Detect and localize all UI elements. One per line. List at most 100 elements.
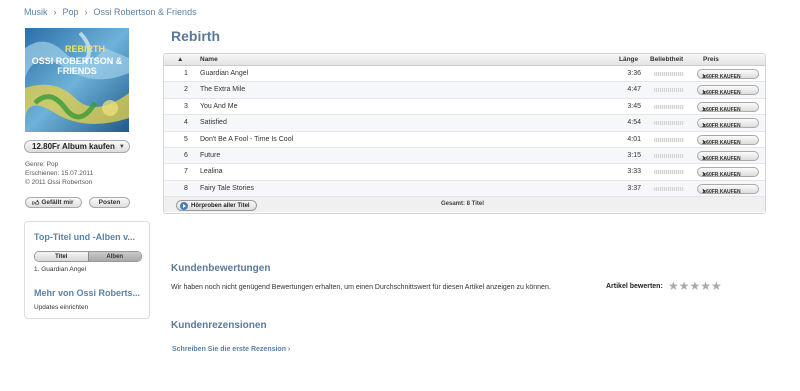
like-button[interactable]: 👍︎ Gefällt mir — [25, 197, 82, 208]
track-number: 8 — [184, 184, 188, 192]
top-title-item[interactable]: 1. Guardian Angel — [34, 266, 86, 273]
release-date: Erschienen: 15.07.2011 — [25, 170, 94, 177]
buy-track-label: 1.60FR KAUFEN — [702, 106, 741, 113]
chevron-down-icon: ▼ — [702, 90, 707, 97]
table-row[interactable]: 2 The Extra Mile 4:47 1.60FR KAUFEN ▼ — [164, 82, 765, 99]
tab-titles[interactable]: Titel — [35, 252, 88, 261]
genre-label: Genre: Pop — [25, 161, 59, 168]
track-length: 3:33 — [627, 168, 641, 176]
column-popularity[interactable]: Beliebtheit — [650, 56, 683, 63]
play-icon — [180, 201, 188, 210]
popularity-bar — [654, 170, 684, 175]
rate-item-label: Artikel bewerten: — [606, 283, 663, 290]
sort-arrow-icon[interactable]: ▲ — [177, 56, 183, 63]
column-name[interactable]: Name — [200, 56, 218, 63]
more-from-artist-header[interactable]: Mehr von Ossi Roberts... — [34, 288, 142, 298]
table-row[interactable]: 3 You And Me 3:45 1.60FR KAUFEN ▼ — [164, 99, 765, 116]
breadcrumb-pop[interactable]: Pop — [63, 7, 79, 17]
preview-all-label: Hörproben aller Titel — [191, 202, 250, 209]
track-length: 3:45 — [627, 102, 641, 110]
chevron-down-icon: ▼ — [702, 74, 707, 80]
column-length[interactable]: Länge — [619, 56, 638, 63]
track-name: Satisfied — [200, 119, 227, 127]
chevron-down-icon: ▼ — [702, 172, 707, 179]
chevron-down-icon: ▼ — [702, 139, 707, 146]
track-number: 5 — [184, 135, 188, 143]
track-name: Lealina — [200, 168, 223, 176]
buy-track-label: 1.60FR KAUFEN — [702, 188, 741, 195]
buy-album-button[interactable]: 12.80Fr Album kaufen ▼ — [24, 140, 130, 153]
buy-track-button[interactable]: 1.60FR KAUFEN ▼ — [697, 85, 759, 97]
breadcrumb: Musik › Pop › Ossi Robertson & Friends — [24, 7, 197, 17]
track-number: 6 — [184, 151, 188, 159]
buy-track-button[interactable]: 1.60FR KAUFEN ▼ — [697, 101, 759, 113]
track-length: 3:15 — [627, 151, 641, 159]
buy-track-label: 1.60FR KAUFEN — [702, 139, 741, 146]
buy-track-label: 1.60FR KAUFEN — [702, 123, 741, 130]
track-number: 7 — [184, 168, 188, 176]
table-row[interactable]: 4 Satisfied 4:54 1.60FR KAUFEN ▼ — [164, 115, 765, 132]
write-review-link[interactable]: Schreiben Sie die erste Rezension › — [172, 346, 290, 353]
popularity-bar — [654, 137, 684, 142]
popularity-bar — [654, 121, 684, 126]
breadcrumb-separator: › — [84, 7, 88, 17]
track-number: 4 — [184, 119, 188, 127]
total-tracks: Gesamt: 8 Titel — [441, 201, 484, 208]
titles-albums-toggle: Titel Alben — [34, 251, 142, 262]
buy-track-button[interactable]: 1.60FR KAUFEN ▼ — [697, 150, 759, 162]
sidebar-panel: Top-Titel und -Alben v... Titel Alben 1.… — [24, 221, 150, 319]
ratings-header: Kundenbewertungen — [171, 263, 271, 274]
chevron-down-icon: ▼ — [118, 143, 125, 150]
popularity-bar — [654, 104, 684, 109]
breadcrumb-separator: › — [53, 7, 57, 17]
track-name: You And Me — [200, 102, 238, 110]
buy-track-button[interactable]: 1.60FR KAUFEN ▼ — [697, 118, 759, 130]
track-number: 1 — [184, 70, 188, 77]
table-footer: Hörproben aller Titel Gesamt: 8 Titel — [164, 197, 765, 213]
chevron-down-icon: ▼ — [702, 155, 707, 162]
preview-all-button[interactable]: Hörproben aller Titel — [176, 200, 257, 212]
table-row[interactable]: 5 Don't Be A Fool - Time Is Cool 4:01 1.60F… — [164, 132, 765, 148]
chevron-down-icon: ▼ — [702, 188, 707, 195]
track-table: ▲ Name Länge Beliebtheit Preis 1 Guardian… — [163, 53, 766, 214]
track-name: Guardian Angel — [200, 70, 249, 77]
post-button[interactable]: Posten — [89, 197, 130, 208]
popularity-bar — [654, 72, 684, 76]
table-header: ▲ Name Länge Beliebtheit Preis — [164, 54, 765, 66]
track-name: The Extra Mile — [200, 86, 246, 94]
buy-track-button[interactable]: 1.60FR KAUFEN ▼ — [697, 134, 759, 146]
breadcrumb-musik[interactable]: Musik — [24, 7, 48, 17]
track-length: 4:01 — [627, 135, 641, 143]
buy-album-label: 12.80Fr Album kaufen — [32, 142, 115, 151]
track-number: 2 — [184, 86, 188, 94]
track-length: 3:36 — [627, 70, 641, 77]
reviews-header: Kundenrezensionen — [171, 320, 267, 331]
track-name: Future — [200, 151, 221, 159]
popularity-bar — [654, 88, 684, 93]
table-row[interactable]: 7 Lealina 3:33 1.60FR KAUFEN ▼ — [164, 164, 765, 181]
tab-albums[interactable]: Alben — [87, 252, 141, 261]
buy-track-button[interactable]: 1.60FR KAUFEN ▼ — [697, 167, 759, 179]
track-length: 3:37 — [627, 184, 641, 192]
table-row[interactable]: 6 Future 3:15 1.60FR KAUFEN ▼ — [164, 147, 765, 165]
breadcrumb-artist[interactable]: Ossi Robertson & Friends — [94, 7, 197, 17]
thumbs-up-icon: 👍︎ — [32, 200, 40, 207]
buy-track-button[interactable]: 1.60FR KAUFEN ▼ — [697, 183, 759, 195]
buy-track-label: 1.60FR KAUFEN — [702, 90, 741, 97]
buy-track-button[interactable]: 1.60FR KAUFEN ▼ — [697, 69, 759, 80]
album-cover[interactable]: REBIRTH OSSI ROBERTSON & FRIENDS — [25, 28, 129, 132]
page-title: Rebirth — [171, 28, 220, 44]
star-rating[interactable]: ★★★★★ — [668, 279, 722, 293]
album-metadata: Genre: Pop Erschienen: 15.07.2011 © 2011… — [25, 160, 93, 187]
popularity-bar — [654, 153, 684, 158]
track-name: Don't Be A Fool - Time Is Cool — [200, 135, 294, 143]
column-price[interactable]: Preis — [703, 56, 719, 63]
like-label: Gefällt mir — [41, 199, 74, 206]
top-titles-header[interactable]: Top-Titel und -Alben v... — [34, 232, 142, 242]
table-row[interactable]: 8 Fairy Tale Stories 3:37 1.60FR KAUFEN ▼ — [164, 180, 765, 198]
chevron-down-icon: ▼ — [702, 123, 707, 130]
chevron-down-icon: ▼ — [702, 106, 707, 113]
table-row[interactable]: 1 Guardian Angel 3:36 1.60FR KAUFEN ▼ — [164, 66, 765, 83]
setup-updates-link[interactable]: Updates einrichten — [34, 304, 88, 311]
track-length: 4:54 — [627, 119, 641, 127]
